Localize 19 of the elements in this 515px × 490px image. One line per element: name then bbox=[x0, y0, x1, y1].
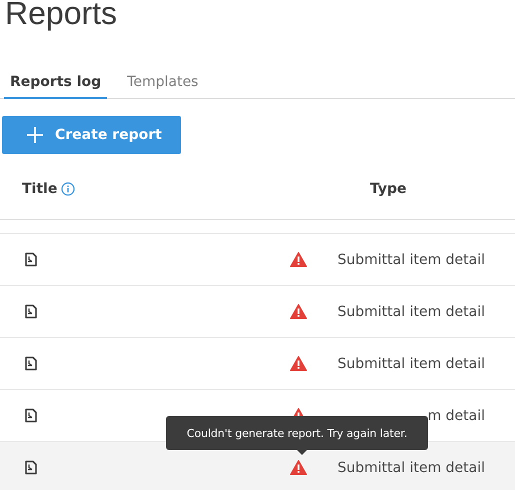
pdf-file-icon bbox=[24, 460, 38, 475]
tab[interactable]: Reports log bbox=[4, 68, 108, 99]
table-cell-text: Submittal item detail bbox=[336, 252, 485, 268]
table-cell-text: Submittal item detail bbox=[336, 304, 485, 320]
table-row[interactable]: Submittal item detail bbox=[0, 441, 515, 490]
pdf-file-icon bbox=[24, 356, 38, 371]
table-cell-text: m detail bbox=[426, 408, 485, 424]
column-header: Type bbox=[370, 181, 407, 197]
page-title: Reports bbox=[5, 0, 118, 33]
info-icon[interactable] bbox=[61, 182, 76, 196]
tooltip-arrow bbox=[297, 450, 307, 455]
pdf-file-icon bbox=[24, 304, 38, 319]
plus-icon bbox=[27, 127, 43, 143]
pdf-file-icon bbox=[24, 408, 38, 423]
table-cell-text: Submittal item detail bbox=[336, 460, 485, 476]
table-cell-text: Submittal item detail bbox=[336, 356, 485, 372]
tab[interactable]: Templates bbox=[121, 68, 204, 99]
pdf-file-icon bbox=[24, 252, 38, 267]
column-header: Title bbox=[22, 181, 58, 197]
